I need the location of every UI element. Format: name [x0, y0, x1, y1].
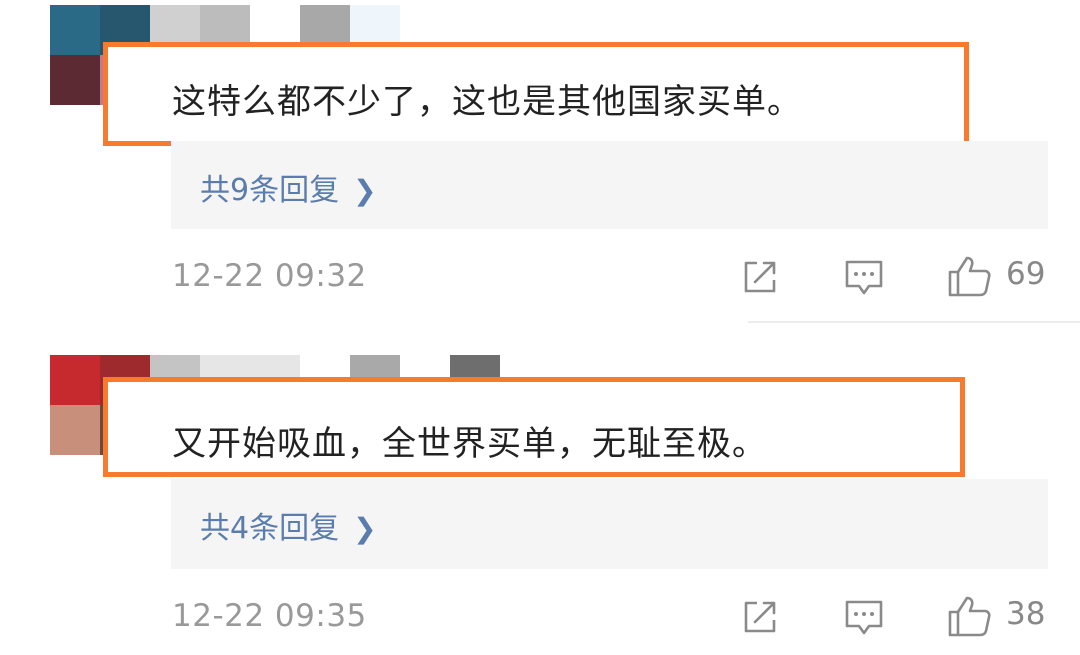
- divider: [748, 321, 1080, 323]
- chevron-right-icon: ❯: [353, 174, 377, 207]
- view-replies-link[interactable]: 共4条回复 ❯: [200, 503, 377, 547]
- like-count: 69: [1006, 256, 1046, 292]
- thumbs-up-icon[interactable]: [946, 254, 992, 298]
- comment-icon[interactable]: [843, 258, 885, 298]
- comment-timestamp: 12-22 09:32: [172, 258, 367, 294]
- share-icon[interactable]: [741, 258, 779, 296]
- comment-item: 这特么都不少了，这也是其他国家买单。 共9条回复 ❯ 12-22 09:32 69: [0, 0, 1080, 320]
- comment-icon[interactable]: [843, 598, 885, 638]
- share-icon[interactable]: [741, 598, 779, 636]
- comment-item: 又开始吸血，全世界买单，无耻至极。 共4条回复 ❯ 12-22 09:35 38: [0, 350, 1080, 655]
- comment-text: 这特么都不少了，这也是其他国家买单。: [172, 82, 802, 122]
- view-replies-link[interactable]: 共9条回复 ❯: [200, 165, 377, 209]
- thumbs-up-icon[interactable]: [946, 594, 992, 638]
- comment-timestamp: 12-22 09:35: [172, 598, 367, 634]
- chevron-right-icon: ❯: [353, 512, 377, 545]
- avatar-pixel: [50, 355, 100, 405]
- avatar-pixel: [50, 55, 100, 105]
- avatar-pixel: [50, 405, 100, 455]
- replies-panel: 共4条回复 ❯: [171, 479, 1048, 569]
- replies-count-label: 共9条回复: [200, 173, 340, 208]
- comment-text: 又开始吸血，全世界买单，无耻至极。: [172, 424, 767, 464]
- like-count: 38: [1006, 596, 1046, 632]
- replies-count-label: 共4条回复: [200, 511, 340, 546]
- avatar-pixel: [50, 5, 100, 55]
- replies-panel: 共9条回复 ❯: [171, 141, 1048, 229]
